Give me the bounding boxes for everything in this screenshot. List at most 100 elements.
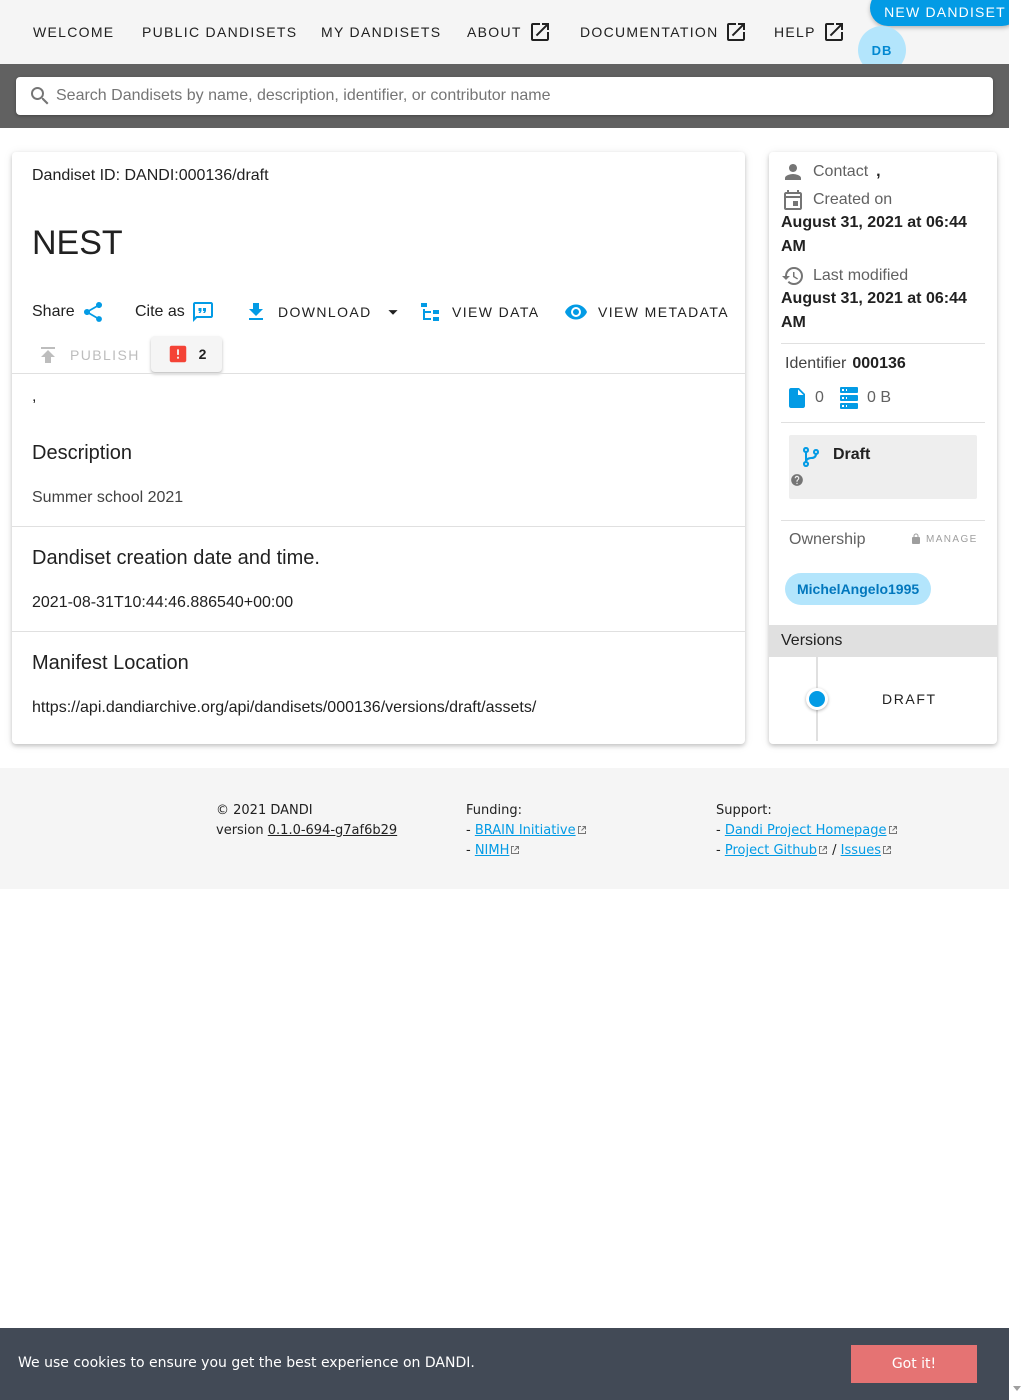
- external-link-icon: [511, 846, 520, 854]
- nav-help[interactable]: Help: [774, 20, 846, 44]
- download-button[interactable]: Download: [244, 300, 404, 324]
- file-tree-icon: [421, 303, 439, 321]
- versions-heading: Versions: [769, 625, 997, 657]
- nimh-link[interactable]: NIMH: [475, 843, 510, 858]
- server-icon: [840, 387, 858, 409]
- footer: © 2021 DANDI version 0.1.0-694-g7af6b29 …: [0, 768, 1009, 889]
- nav-help-label: Help: [774, 24, 816, 40]
- external-link-icon: [818, 846, 827, 854]
- scrollbar[interactable]: [1009, 0, 1024, 1400]
- view-data-button[interactable]: View Data: [418, 300, 540, 324]
- contributors-text: ,: [32, 388, 37, 405]
- divider: [12, 526, 745, 527]
- dandi-homepage-link[interactable]: Dandi Project Homepage: [725, 823, 887, 838]
- nav-my-dandisets[interactable]: My Dandisets: [321, 20, 441, 44]
- draft-label: Draft: [833, 446, 871, 463]
- help-circle-icon[interactable]: [790, 473, 804, 487]
- manage-owners-button[interactable]: Manage: [910, 533, 978, 545]
- description-heading: Description: [32, 442, 133, 464]
- version-line: version 0.1.0-694-g7af6b29: [216, 821, 397, 841]
- nav-welcome[interactable]: Welcome: [33, 20, 114, 44]
- download-icon: [249, 303, 263, 320]
- support-heading: Support:: [716, 803, 772, 818]
- manifest-heading: Manifest Location: [32, 652, 189, 674]
- version-draft-button[interactable]: Draft: [882, 691, 937, 707]
- publish-button[interactable]: Publish: [36, 343, 140, 367]
- divider: [781, 520, 985, 521]
- creation-heading: Dandiset creation date and time.: [32, 547, 320, 569]
- view-metadata-button[interactable]: View Metadata: [564, 300, 729, 324]
- ownership-label: Ownership: [789, 531, 866, 548]
- version-link[interactable]: 0.1.0-694-g7af6b29: [268, 823, 397, 838]
- search-bar: [0, 64, 1009, 128]
- nav-documentation[interactable]: Documentation: [580, 20, 748, 44]
- contact-value: ,: [876, 163, 881, 180]
- external-link-icon: [883, 846, 891, 854]
- nav-about[interactable]: About: [467, 20, 552, 44]
- account-icon: [785, 164, 801, 180]
- nav-about-label: About: [467, 24, 522, 40]
- publish-label: Publish: [70, 347, 140, 363]
- cookie-banner: We use cookies to ensure you get the bes…: [0, 1328, 1009, 1400]
- source-branch-icon: [802, 447, 820, 467]
- file-icon: [789, 388, 805, 408]
- modified-row: Last modified: [781, 264, 908, 288]
- nav-welcome-label: Welcome: [33, 24, 115, 40]
- dandiset-side-card: Contact , Created on August 31, 2021 at …: [769, 152, 997, 744]
- dataset-size: 0 B: [837, 386, 891, 410]
- eye-icon: [565, 304, 587, 320]
- footer-support-col: Support: - Dandi Project Homepage - Proj…: [716, 801, 898, 861]
- identifier-row: Identifier 000136: [785, 355, 906, 373]
- cite-as-button[interactable]: Cite as: [135, 300, 215, 324]
- search-box: [16, 77, 993, 115]
- contact-label: Contact: [813, 163, 869, 180]
- nav-public-dandisets-label: Public Dandisets: [142, 24, 298, 40]
- open-in-new-icon: [530, 23, 549, 41]
- nav-my-dandisets-label: My Dandisets: [321, 24, 442, 40]
- issues-link[interactable]: Issues: [841, 843, 881, 858]
- format-quote-icon: [192, 302, 213, 322]
- search-input[interactable]: [56, 87, 993, 105]
- manifest-value: https://api.dandiarchive.org/api/dandise…: [32, 699, 537, 716]
- owner-chip[interactable]: MichelAngelo1995: [785, 573, 932, 605]
- created-row: Created on: [781, 188, 892, 212]
- view-metadata-label: View Metadata: [598, 304, 729, 320]
- footer-version-col: © 2021 DANDI version 0.1.0-694-g7af6b29: [216, 801, 397, 841]
- size-value: 0 B: [867, 389, 892, 406]
- cookie-accept-button[interactable]: Got it!: [851, 1345, 977, 1383]
- contact-row: Contact ,: [781, 160, 881, 184]
- brain-initiative-link[interactable]: BRAIN Initiative: [475, 823, 576, 838]
- identifier-value: 000136: [852, 355, 906, 372]
- open-in-new-icon: [824, 23, 843, 41]
- top-navbar: Welcome Public Dandisets My Dandisets Ab…: [0, 0, 1020, 74]
- created-label: Created on: [813, 191, 893, 208]
- creation-value: 2021-08-31T10:44:46.886540+00:00: [32, 594, 294, 611]
- cite-label: Cite as: [135, 303, 185, 320]
- external-link-icon: [577, 826, 586, 834]
- menu-down-icon: [388, 310, 398, 315]
- file-count: 0: [785, 386, 824, 410]
- new-dandiset-button[interactable]: New Dandiset: [870, 0, 1020, 26]
- lock-icon: [912, 533, 920, 544]
- project-github-link[interactable]: Project Github: [725, 843, 817, 858]
- validation-errors-button[interactable]: 2: [151, 336, 222, 372]
- divider: [12, 373, 745, 374]
- modified-value: August 31, 2021 at 06:44 AM: [781, 290, 967, 331]
- description-text: Summer school 2021: [32, 489, 184, 506]
- file-count-value: 0: [815, 389, 824, 406]
- divider: [781, 343, 985, 344]
- draft-version-box[interactable]: Draft: [789, 435, 977, 499]
- divider: [12, 631, 745, 632]
- share-label: Share: [32, 303, 75, 320]
- open-in-new-icon: [727, 23, 746, 41]
- calendar-icon: [784, 190, 802, 210]
- dandiset-main-card: Dandiset ID: DANDI:000136/draft NEST Sha…: [12, 152, 745, 744]
- modified-label: Last modified: [813, 267, 909, 284]
- nav-public-dandisets[interactable]: Public Dandisets: [142, 20, 297, 44]
- scroll-down-arrow[interactable]: [1013, 1386, 1021, 1391]
- cookie-text: We use cookies to ensure you get the bes…: [18, 1355, 475, 1371]
- share-button[interactable]: Share: [32, 300, 105, 324]
- alert-box-icon: [169, 345, 186, 363]
- error-count: 2: [198, 346, 207, 362]
- nav-documentation-label: Documentation: [580, 24, 719, 40]
